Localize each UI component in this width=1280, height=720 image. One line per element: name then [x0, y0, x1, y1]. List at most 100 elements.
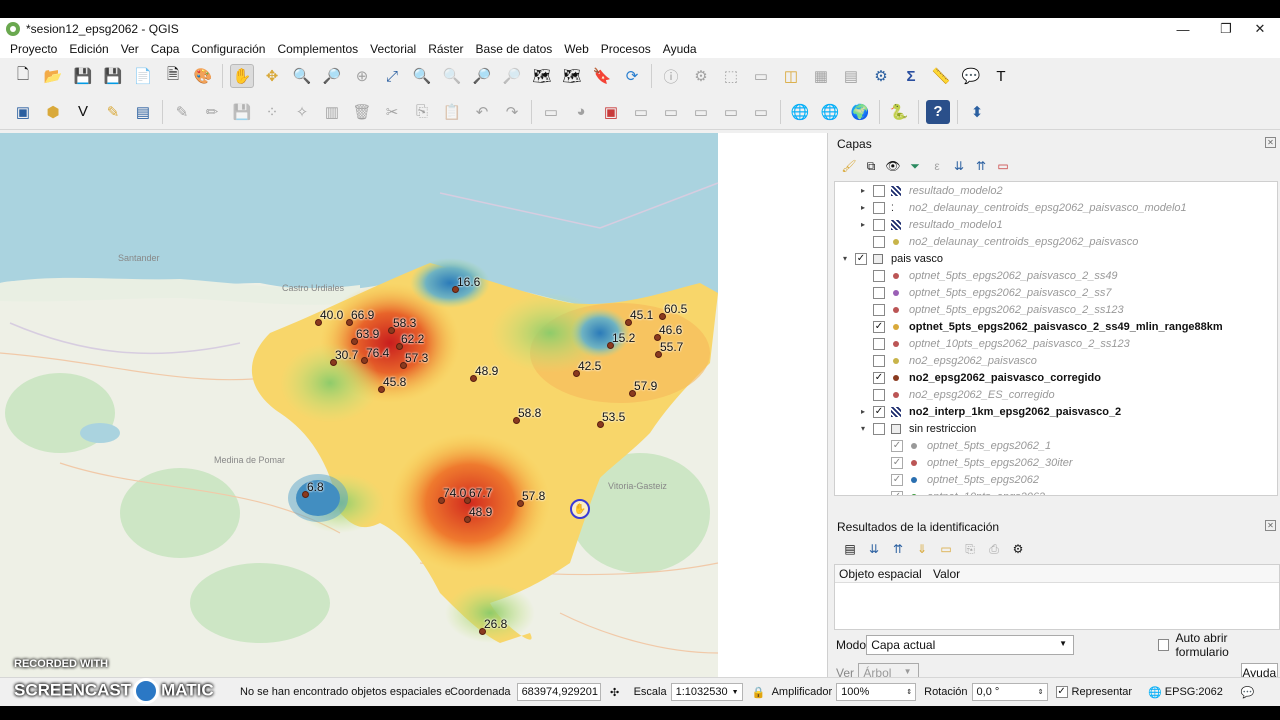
- menu-item[interactable]: Ayuda: [657, 42, 703, 56]
- vertex-tool-icon[interactable]: ✧: [290, 100, 314, 124]
- menu-item[interactable]: Capa: [145, 42, 186, 56]
- layer-visibility-checkbox[interactable]: [873, 286, 885, 299]
- layer-visibility-checkbox[interactable]: ✓: [855, 252, 867, 265]
- layer-visibility-checkbox[interactable]: ✓: [873, 405, 885, 418]
- zoom-in-icon[interactable]: 🔍: [290, 64, 314, 88]
- clear-results-icon[interactable]: ▭: [937, 540, 955, 558]
- zoom-selection-icon[interactable]: 🔍: [410, 64, 434, 88]
- layer-row[interactable]: ✓ no2_epsg2062_paisvasco_corregido: [835, 369, 1277, 386]
- layer-visibility-checkbox[interactable]: ✓: [873, 371, 885, 384]
- field-calculator-icon[interactable]: ▤: [839, 64, 863, 88]
- spatial-bookmark-icon[interactable]: 🔖: [590, 64, 614, 88]
- quickmapservices-icon[interactable]: 🌍: [848, 100, 872, 124]
- layer-visibility-checkbox[interactable]: ✓: [891, 490, 903, 495]
- menu-item[interactable]: Vectorial: [364, 42, 422, 56]
- render-checkbox[interactable]: ✓: [1055, 686, 1068, 698]
- lock-scale-icon[interactable]: 🔒: [751, 684, 767, 700]
- metasearch-icon[interactable]: 🌐: [788, 100, 812, 124]
- column-header-value[interactable]: Valor: [929, 567, 960, 581]
- python-console-icon[interactable]: 🐍: [887, 100, 911, 124]
- map-canvas[interactable]: Santander Castro Urdiales Medina de Poma…: [0, 133, 828, 677]
- menu-item[interactable]: Proyecto: [4, 42, 63, 56]
- column-header-feature[interactable]: Objeto espacial: [835, 567, 929, 581]
- expand-arrow-icon[interactable]: ▸: [857, 186, 869, 195]
- pin-labels-icon[interactable]: ▭: [629, 100, 653, 124]
- copy-feature-icon[interactable]: ⎘: [961, 540, 979, 558]
- add-feature-icon[interactable]: ⁘: [260, 100, 284, 124]
- crs-label[interactable]: EPSG:2062: [1165, 686, 1223, 698]
- data-source-manager-icon[interactable]: ▣: [11, 100, 35, 124]
- save-project-icon[interactable]: 💾: [71, 64, 95, 88]
- expand-tree-icon[interactable]: ▤: [841, 540, 859, 558]
- expand-all-icon[interactable]: ⇊: [950, 157, 968, 175]
- expand-arrow-icon[interactable]: ▾: [839, 254, 851, 263]
- zoom-last-icon[interactable]: 🔎: [470, 64, 494, 88]
- filter-legend-icon[interactable]: ⏷: [906, 157, 924, 175]
- panel-close-icon[interactable]: ✕: [1265, 520, 1276, 531]
- layer-row[interactable]: ▸ resultado_modelo1: [835, 216, 1277, 233]
- layer-row[interactable]: ✓ optnet_5pts_epgs2062_30iter: [835, 454, 1277, 471]
- new-project-icon[interactable]: 🗋: [11, 64, 35, 88]
- layer-visibility-checkbox[interactable]: ✓: [891, 473, 903, 486]
- messages-icon[interactable]: 💬: [1241, 686, 1255, 699]
- layer-row[interactable]: ▸ ✓ no2_interp_1km_epsg2062_paisvasco_2: [835, 403, 1277, 420]
- layer-row[interactable]: ✓ optnet_5pts_epgs2062_paisvasco_2_ss49_m…: [835, 318, 1277, 335]
- save-edits-icon[interactable]: 💾: [230, 100, 254, 124]
- menu-item[interactable]: Ver: [115, 42, 145, 56]
- layer-visibility-checkbox[interactable]: [873, 303, 885, 316]
- modify-attributes-icon[interactable]: ▥: [320, 100, 344, 124]
- layer-row[interactable]: no2_epsg2062_paisvasco: [835, 352, 1277, 369]
- redo-icon[interactable]: ↷: [500, 100, 524, 124]
- manage-themes-icon[interactable]: 👁: [884, 157, 902, 175]
- layer-visibility-checkbox[interactable]: [873, 422, 885, 435]
- deselect-icon[interactable]: ◫: [779, 64, 803, 88]
- new-print-layout-icon[interactable]: 📄: [131, 64, 155, 88]
- rotation-field[interactable]: 0,0 ° ⇕: [971, 683, 1048, 701]
- remove-layer-icon[interactable]: ▭: [994, 157, 1012, 175]
- layer-row[interactable]: optnet_5pts_epgs2062_paisvasco_2_ss123: [835, 301, 1277, 318]
- expand-all-icon[interactable]: ⇊: [865, 540, 883, 558]
- diagram-tool-icon[interactable]: ◕: [569, 100, 593, 124]
- add-group-icon[interactable]: ⧉: [862, 157, 880, 175]
- toggle-extents-icon[interactable]: ✣: [607, 684, 623, 700]
- layer-row[interactable]: no2_epsg2062_ES_corregido: [835, 386, 1277, 403]
- layer-row[interactable]: ▸ resultado_modelo2: [835, 182, 1277, 199]
- layer-visibility-checkbox[interactable]: [873, 354, 885, 367]
- layer-visibility-checkbox[interactable]: ✓: [891, 456, 903, 469]
- show-hide-labels-icon[interactable]: ▭: [659, 100, 683, 124]
- layer-visibility-checkbox[interactable]: [873, 235, 885, 248]
- open-project-icon[interactable]: 📂: [41, 64, 65, 88]
- cut-features-icon[interactable]: ✂: [380, 100, 404, 124]
- pan-hand-icon[interactable]: ✋: [230, 64, 254, 88]
- text-annotation-icon[interactable]: T: [989, 64, 1013, 88]
- menu-item[interactable]: Procesos: [595, 42, 657, 56]
- layer-visibility-checkbox[interactable]: ✓: [873, 320, 885, 333]
- layer-visibility-checkbox[interactable]: ✓: [891, 439, 903, 452]
- paste-features-icon[interactable]: 📋: [440, 100, 464, 124]
- zoom-out-icon[interactable]: 🔎: [320, 64, 344, 88]
- layer-row[interactable]: ✓ optnet_10pts_epgs2062: [835, 488, 1277, 495]
- menu-item[interactable]: Ráster: [422, 42, 469, 56]
- layout-manager-icon[interactable]: 🗎: [161, 64, 185, 88]
- attribute-table-icon[interactable]: ▦: [809, 64, 833, 88]
- change-label-icon[interactable]: ▭: [749, 100, 773, 124]
- new-map-view-icon[interactable]: 🗺: [530, 64, 554, 88]
- layer-row[interactable]: optnet_5pts_epgs2062_paisvasco_2_ss49: [835, 267, 1277, 284]
- style-manager-icon[interactable]: 🎨: [191, 64, 215, 88]
- select-by-value-icon[interactable]: ▭: [749, 64, 773, 88]
- zoom-next-icon[interactable]: 🔎: [500, 64, 524, 88]
- layer-row[interactable]: ▾ ✓ pais vasco: [835, 250, 1277, 267]
- identify-features-icon[interactable]: ⓘ: [659, 64, 683, 88]
- move-label-icon[interactable]: ▭: [689, 100, 713, 124]
- layer-visibility-checkbox[interactable]: [873, 388, 885, 401]
- menu-item[interactable]: Base de datos: [470, 42, 559, 56]
- layer-visibility-checkbox[interactable]: [873, 337, 885, 350]
- expand-new-results-icon[interactable]: ⇓: [913, 540, 931, 558]
- toggle-editing-icon[interactable]: ✏: [200, 100, 224, 124]
- print-response-icon[interactable]: ⎙: [985, 540, 1003, 558]
- coordinate-field[interactable]: 683974,929201: [516, 683, 601, 701]
- add-spatialite-icon[interactable]: ▤: [131, 100, 155, 124]
- plugin-tool-icon[interactable]: ⬍: [965, 100, 989, 124]
- close-icon[interactable]: ✕: [1240, 18, 1280, 40]
- auto-open-checkbox[interactable]: [1158, 639, 1170, 651]
